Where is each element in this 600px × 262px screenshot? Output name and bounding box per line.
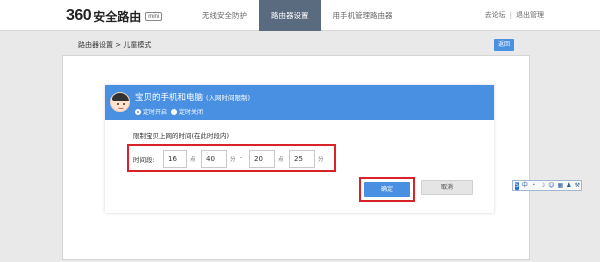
confirm-button[interactable]: 确定 <box>364 182 410 197</box>
top-header: 360 安全路由 mini 无线安全防护 路由器设置 用手机管理路由器 去论坛 |… <box>0 0 600 31</box>
card-header: 宝贝的手机和电脑 (入网时间限制) 定时开启 定时关闭 <box>105 85 494 120</box>
time-range-highlight: 时间段: 16 点 40 分 - 20 点 25 分 <box>127 144 336 172</box>
ime-skin-icon[interactable]: ♟ <box>566 181 571 190</box>
end-minute-input[interactable]: 25 <box>289 150 315 168</box>
ime-logo-icon[interactable]: S <box>515 181 519 190</box>
ime-tools-icon[interactable]: ⚒ <box>575 181 580 190</box>
start-minute-input[interactable]: 40 <box>201 150 227 168</box>
main-nav: 无线安全防护 路由器设置 用手机管理路由器 <box>190 0 405 31</box>
logo-title: 安全路由 <box>93 9 142 24</box>
confirm-highlight: 确定 <box>359 177 415 202</box>
radio-scheduled-off-label[interactable]: 定时关闭 <box>179 107 203 116</box>
end-minute-unit: 分 <box>318 157 324 163</box>
mode-radio-group: 定时开启 定时关闭 <box>135 107 207 116</box>
ime-lang-icon[interactable]: 中 <box>522 181 528 190</box>
card-title: 宝贝的手机和电脑 (入网时间限制) <box>135 91 250 103</box>
ime-keyboard-icon[interactable]: ▦ <box>558 181 564 190</box>
logo[interactable]: 360 安全路由 mini <box>66 7 163 25</box>
time-range-label: 时间段: <box>133 156 155 164</box>
ime-punct-icon[interactable]: ・ <box>531 181 537 190</box>
nav-item-wifi-security[interactable]: 无线安全防护 <box>190 0 259 31</box>
start-hour-unit: 点 <box>190 157 196 163</box>
end-hour-input[interactable]: 20 <box>249 150 275 168</box>
nav-item-mobile-manage[interactable]: 用手机管理路由器 <box>321 0 405 31</box>
header-divider: | <box>509 11 512 19</box>
logout-link[interactable]: 退出管理 <box>516 11 544 19</box>
radio-scheduled-off[interactable] <box>171 108 178 115</box>
time-hint: 限制宝贝上网的时间(在此时段内) <box>133 132 230 140</box>
ime-toolbar[interactable]: S 中 ・ ☽ ☺ ▦ ♟ ⚒ <box>512 180 582 191</box>
start-hour-input[interactable]: 16 <box>163 150 187 168</box>
start-minute-unit: 分 <box>230 157 236 163</box>
nav-item-router-settings[interactable]: 路由器设置 <box>259 0 321 31</box>
child-avatar-icon <box>110 92 130 112</box>
radio-scheduled-on[interactable] <box>135 108 141 115</box>
range-dash: - <box>240 154 243 161</box>
end-hour-unit: 点 <box>278 157 284 163</box>
breadcrumb: 路由器设置 > 儿童模式 <box>78 41 152 49</box>
card-subtitle: (入网时间限制) <box>206 94 251 102</box>
logo-badge: mini <box>145 11 163 21</box>
child-mode-card: 宝贝的手机和电脑 (入网时间限制) 定时开启 定时关闭 限制宝贝上网的时间(在此时… <box>105 85 494 213</box>
ime-moon-icon[interactable]: ☽ <box>540 181 545 190</box>
ime-emoji-icon[interactable]: ☺ <box>548 181 554 190</box>
forum-link[interactable]: 去论坛 <box>485 11 506 19</box>
logo-360: 360 <box>66 7 92 24</box>
header-links: 去论坛 | 退出管理 <box>485 0 544 31</box>
card-title-text: 宝贝的手机和电脑 <box>135 93 204 103</box>
back-button[interactable]: 返回 <box>494 39 514 51</box>
radio-scheduled-on-label[interactable]: 定时开启 <box>143 107 167 116</box>
cancel-button[interactable]: 取消 <box>421 180 473 195</box>
